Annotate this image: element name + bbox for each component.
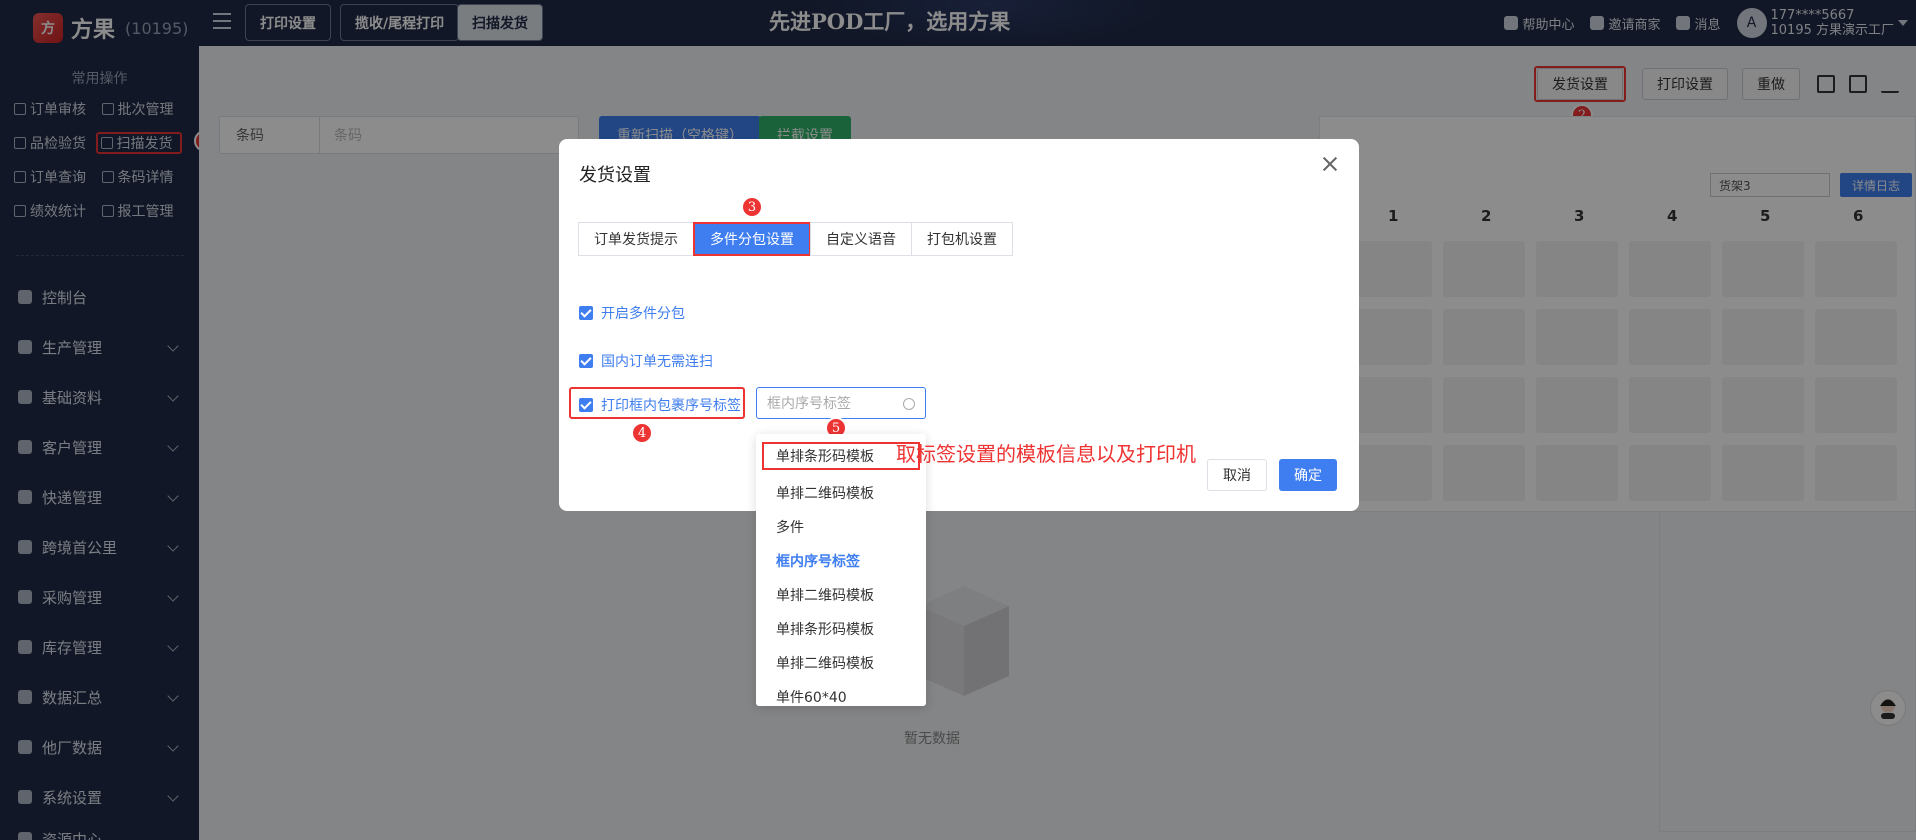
option-label: 国内订单无需连扫 [601, 354, 713, 370]
tab-packer-settings[interactable]: 打包机设置 [911, 222, 1013, 256]
dropdown-item[interactable]: 单件60*40 [756, 680, 926, 714]
checkbox-checked-icon[interactable] [579, 306, 593, 320]
dropdown-item[interactable]: 单排二维码模板 [756, 476, 926, 510]
marker-4: 4 [631, 422, 653, 444]
annotation-text: 取标签设置的模板信息以及打印机 [896, 442, 1196, 466]
clear-circle-icon[interactable] [903, 398, 915, 410]
dialog-tabs: 订单发货提示 多件分包设置 自定义语音 打包机设置 [578, 222, 1013, 256]
marker-3: 3 [741, 196, 763, 218]
dialog-title: 发货设置 [579, 165, 651, 186]
select-placeholder: 框内序号标签 [767, 396, 851, 412]
cancel-button[interactable]: 取消 [1207, 459, 1267, 491]
tab-multi-package[interactable]: 多件分包设置 [693, 222, 811, 256]
dropdown-item-selected[interactable]: 框内序号标签 [756, 544, 926, 578]
dropdown-item[interactable]: 单排二维码模板 [756, 646, 926, 680]
option-domestic-no-scan[interactable]: 国内订单无需连扫 [579, 351, 713, 371]
tab-custom-voice[interactable]: 自定义语音 [810, 222, 912, 256]
template-dropdown: 单排条形码模板 单排二维码模板 多件 框内序号标签 单排二维码模板 单排条形码模… [756, 434, 926, 706]
tab-order-ship-prompt[interactable]: 订单发货提示 [578, 222, 694, 256]
dropdown-item[interactable]: 多件 [756, 510, 926, 544]
close-icon[interactable] [1319, 153, 1341, 175]
checkbox-checked-icon[interactable] [579, 354, 593, 368]
label-template-select[interactable]: 框内序号标签 [756, 387, 926, 419]
dropdown-item[interactable]: 单排二维码模板 [756, 578, 926, 612]
option-enable-multi-package[interactable]: 开启多件分包 [579, 303, 685, 323]
confirm-button[interactable]: 确定 [1279, 459, 1337, 491]
option-label: 开启多件分包 [601, 306, 685, 322]
dropdown-item[interactable]: 单排条形码模板 [756, 612, 926, 646]
highlight-box-4 [569, 387, 745, 419]
